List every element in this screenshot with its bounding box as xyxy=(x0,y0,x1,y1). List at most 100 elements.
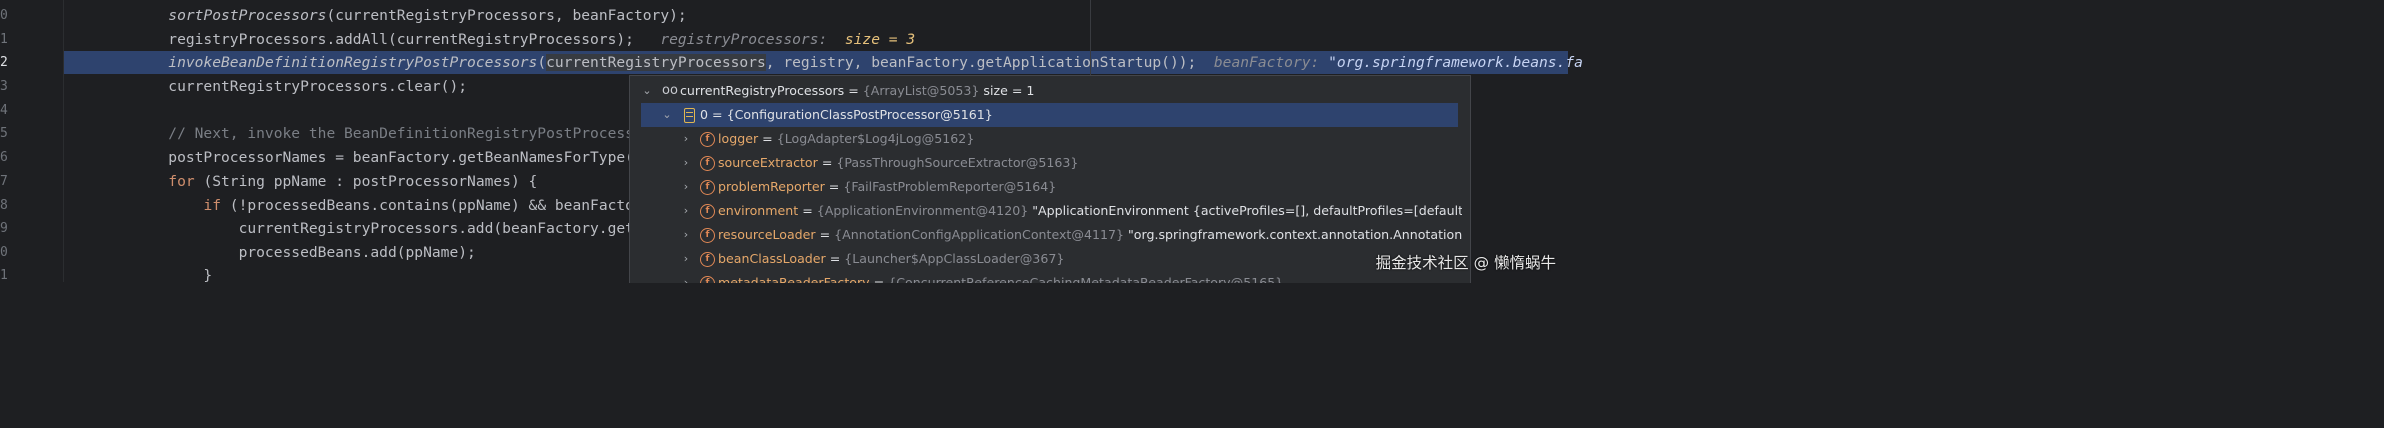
field-icon: f xyxy=(700,156,715,171)
tree-row-field[interactable]: › f problemReporter = {FailFastProblemRepo… xyxy=(630,175,1458,199)
line-number: 2 xyxy=(0,55,8,70)
line-number: 9 xyxy=(0,221,8,236)
line-number: 1 xyxy=(0,32,8,47)
tree-row-field[interactable]: › f beanClassLoader = {Launcher$AppClassLo… xyxy=(630,247,1458,271)
code-text: } xyxy=(98,267,213,284)
line-number: 3 xyxy=(0,79,8,94)
inline-debug-value: size = 3 xyxy=(844,31,916,48)
comment-text: // Next, invoke the BeanDefinitionRegist… xyxy=(98,125,643,142)
equals-sign: = xyxy=(825,251,845,266)
field-icon: f xyxy=(700,252,715,267)
field-name: resourceLoader xyxy=(718,227,816,242)
field-name: sourceExtractor xyxy=(718,155,818,170)
line-number: 4 xyxy=(0,103,8,118)
equals-sign: = xyxy=(824,179,844,194)
fold-column xyxy=(64,0,98,282)
code-text: (String ppName : postProcessorNames) { xyxy=(194,173,538,190)
code-line-6[interactable]: postProcessorNames = beanFactory.getBean… xyxy=(98,146,643,169)
equals-sign: = xyxy=(708,107,727,122)
tree-row-field[interactable]: › f environment = {ApplicationEnvironment@… xyxy=(630,199,1470,223)
chevron-right-icon[interactable]: › xyxy=(681,127,691,151)
chevron-right-icon[interactable]: › xyxy=(681,223,691,247)
code-text: registryProcessors.addAll(currentRegistr… xyxy=(98,31,634,48)
chevron-right-icon[interactable]: › xyxy=(681,247,691,271)
code-line-0[interactable]: sortPostProcessors(currentRegistryProces… xyxy=(98,4,686,27)
hovered-variable[interactable]: currentRegistryProcessors xyxy=(546,54,766,71)
equals-sign: = xyxy=(817,155,837,170)
chevron-right-icon[interactable]: › xyxy=(681,151,691,175)
equals-sign: = xyxy=(844,83,863,98)
field-value: "org.springframework.context.annotation.… xyxy=(1128,227,1470,242)
field-name: environment xyxy=(718,203,799,218)
tree-row-field[interactable]: › f logger = {LogAdapter$Log4jLog@5162} xyxy=(630,127,1458,151)
tree-row-item-0[interactable]: ⌄ 0 = {ConfigurationClassPostProcessor@5… xyxy=(641,103,1458,127)
method-call: invokeBeanDefinitionRegistryPostProcesso… xyxy=(168,54,538,71)
code-text: currentRegistryProcessors.add(beanFactor… xyxy=(98,220,643,237)
line-number: 7 xyxy=(0,174,8,189)
inline-debug-name: beanFactory: xyxy=(1213,54,1320,71)
code-text: processedBeans.add(ppName); xyxy=(98,244,476,261)
field-icon: f xyxy=(700,276,715,283)
field-type: {ApplicationEnvironment@4120} xyxy=(816,203,1029,218)
field-type: {LogAdapter$Log4jLog@5162} xyxy=(776,131,975,146)
code-line-7[interactable]: for (String ppName : postProcessorNames)… xyxy=(98,170,537,193)
line-number: 1 xyxy=(0,268,8,283)
tree-row-field[interactable]: › f metadataReaderFactory = {ConcurrentRef… xyxy=(630,271,1458,283)
code-line-8[interactable]: if (!processedBeans.contains(ppName) && … xyxy=(98,194,643,217)
field-icon: f xyxy=(700,132,715,147)
field-type: {FailFastProblemReporter@5164} xyxy=(843,179,1057,194)
variable-type: {ArrayList@5053} xyxy=(862,83,980,98)
keyword: if xyxy=(203,197,222,214)
tree-row-field[interactable]: › f sourceExtractor = {PassThroughSourceEx… xyxy=(630,151,1458,175)
method-call: sortPostProcessors xyxy=(168,7,327,24)
chevron-down-icon[interactable]: ⌄ xyxy=(662,103,672,127)
inline-debug-value: "org.springframework.beans.fa xyxy=(1328,54,1583,71)
tree-row-root[interactable]: ⌄ oo currentRegistryProcessors = {ArrayL… xyxy=(630,79,1458,103)
field-icon: f xyxy=(700,180,715,195)
line-number: 8 xyxy=(0,198,8,213)
code-line-9[interactable]: currentRegistryProcessors.add(beanFactor… xyxy=(98,217,643,240)
watermark: 掘金技术社区 @ 懒惰蜗牛 xyxy=(1375,254,1556,272)
equals-sign: = xyxy=(869,275,889,283)
chevron-right-icon[interactable]: › xyxy=(681,271,691,283)
code-text: currentRegistryProcessors.clear(); xyxy=(98,78,468,95)
gutter-separator xyxy=(63,0,64,282)
code-line-10[interactable]: processedBeans.add(ppName); xyxy=(98,241,476,264)
field-name: logger xyxy=(718,131,759,146)
code-line-3[interactable]: currentRegistryProcessors.clear(); xyxy=(98,75,467,98)
code-line-11[interactable]: } xyxy=(98,264,212,287)
line-number: 6 xyxy=(0,150,8,165)
code-line-1[interactable]: registryProcessors.addAll(currentRegistr… xyxy=(98,28,915,51)
chevron-right-icon[interactable]: › xyxy=(681,199,691,223)
field-name: beanClassLoader xyxy=(718,251,826,266)
equals-sign: = xyxy=(815,227,835,242)
element-index: 0 xyxy=(700,107,709,122)
line-number: 0 xyxy=(0,245,8,260)
code-line-5[interactable]: // Next, invoke the BeanDefinitionRegist… xyxy=(98,122,643,145)
field-type: {ConcurrentReferenceCachingMetadataReade… xyxy=(888,275,1284,283)
variable-size: size = 1 xyxy=(979,83,1035,98)
element-type: {ConfigurationClassPostProcessor@5161} xyxy=(726,107,993,122)
equals-sign: = xyxy=(758,131,777,146)
watch-glasses-icon: oo xyxy=(662,83,678,98)
code-text: ( xyxy=(537,54,547,71)
code-text: postProcessorNames = beanFactory.getBean… xyxy=(98,149,643,166)
equals-sign: = xyxy=(798,203,817,218)
chevron-down-icon[interactable]: ⌄ xyxy=(642,79,652,103)
field-type: {AnnotationConfigApplicationContext@4117… xyxy=(834,227,1125,242)
chevron-right-icon[interactable]: › xyxy=(681,175,691,199)
line-number: 0 xyxy=(0,8,8,23)
field-icon: f xyxy=(700,204,715,219)
field-name: metadataReaderFactory xyxy=(718,275,870,283)
tree-row-field[interactable]: › f resourceLoader = {AnnotationConfigAppl… xyxy=(630,223,1470,247)
field-value: "ApplicationEnvironment {activeProfiles=… xyxy=(1032,203,1471,218)
field-icon: f xyxy=(700,228,715,243)
code-text: , registry, beanFactory.getApplicationSt… xyxy=(765,54,1197,71)
code-text: (!processedBeans.contains(ppName) && bea… xyxy=(221,197,643,214)
keyword: for xyxy=(168,173,195,190)
code-line-2[interactable]: invokeBeanDefinitionRegistryPostProcesso… xyxy=(98,51,1583,74)
debug-variable-popup[interactable]: ⌄ oo currentRegistryProcessors = {ArrayL… xyxy=(629,75,1471,283)
